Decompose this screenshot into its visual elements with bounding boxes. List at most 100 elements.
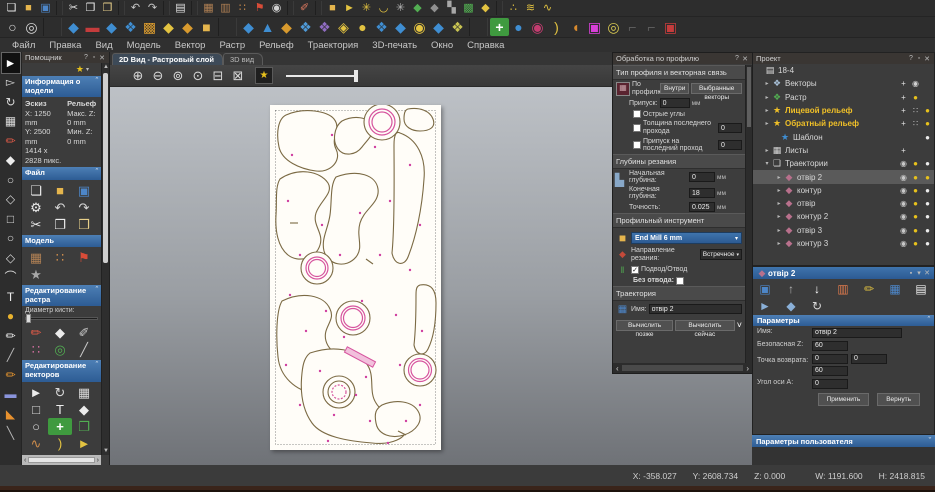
last-pass-allowance-checkbox[interactable] <box>633 141 641 149</box>
close-button[interactable]: ✕ <box>923 55 931 63</box>
favorites-chevron-icon[interactable]: ▾ <box>86 66 89 73</box>
cut-icon[interactable]: ✂ <box>65 1 82 16</box>
toolpath-name-input[interactable] <box>649 304 742 314</box>
blue-diamond-icon[interactable]: ◆ <box>239 18 258 36</box>
tool-dropdown[interactable]: End Mill 6 mm ▾ <box>631 232 742 244</box>
model-section-header[interactable]: Модель <box>22 235 101 248</box>
help-button[interactable]: ? <box>907 55 915 62</box>
menu-item[interactable]: Вектор <box>168 40 213 51</box>
blue-relief-icon[interactable]: ◆ <box>64 18 83 36</box>
palette-icon[interactable]: ∷ <box>48 249 72 266</box>
lamp-diamond-icon[interactable]: ◆ <box>477 1 494 16</box>
collapse-icon[interactable]: ˆ <box>96 287 98 304</box>
tree-item-toolpath[interactable]: ▸ ◆ контур 2 ◉ ● ● <box>753 210 934 223</box>
fabric-icon[interactable]: ❖ <box>372 18 391 36</box>
arrow-icon[interactable]: ► <box>72 435 96 452</box>
cut-icon[interactable]: ✂ <box>24 216 48 233</box>
a-axis-input[interactable] <box>812 379 848 389</box>
collapse-icon[interactable]: ˆ <box>96 362 98 379</box>
wave-icon[interactable]: ∿ <box>24 435 48 452</box>
star-icon[interactable]: ★ <box>24 266 48 283</box>
notes-icon[interactable]: ▤ <box>172 1 189 16</box>
visibility-2d-icon[interactable]: ● <box>911 186 920 195</box>
layers-icon[interactable]: ❐ <box>72 418 96 435</box>
toolpath-name-input[interactable] <box>812 328 902 338</box>
expand-arrow[interactable]: ▸ <box>775 187 783 194</box>
tree-item-toolpaths[interactable]: ▾ ❏ Траектории ◉ ● ● <box>753 157 934 170</box>
allowance-input[interactable] <box>660 98 690 108</box>
add-icon[interactable]: + <box>48 418 72 435</box>
tolerance-input[interactable] <box>689 202 715 212</box>
recycle-icon[interactable]: ◉ <box>410 18 429 36</box>
fill-tool[interactable]: ◣ <box>2 404 20 424</box>
tree-item-sheets[interactable]: ▸ ▦ Листы + <box>753 144 934 157</box>
tab-2d-view[interactable]: 2D Вид - Растровый слой <box>112 53 223 65</box>
last-pass-thickness-checkbox[interactable] <box>633 124 641 132</box>
expand-arrow[interactable]: ▾ <box>763 160 771 167</box>
separator[interactable] <box>287 1 294 15</box>
vector-edit-header[interactable]: Редактирование векторов ˆ <box>22 360 101 381</box>
set-size-icon[interactable]: ▦ <box>24 249 48 266</box>
polygon-tool[interactable]: ◇ <box>2 248 20 268</box>
text-icon[interactable]: T <box>48 401 72 418</box>
calculate-icon[interactable]: ▦ <box>887 281 903 296</box>
home-z-input[interactable] <box>812 366 848 376</box>
pin-button[interactable]: ▪ <box>907 270 915 277</box>
undo-icon[interactable]: ↶ <box>127 1 144 16</box>
home-y-input[interactable] <box>851 354 887 364</box>
save-icon[interactable]: ▣ <box>37 1 54 16</box>
sphere-icon[interactable]: ◎ <box>22 18 41 36</box>
expand-arrow[interactable]: ▸ <box>775 213 783 220</box>
collapse-icon[interactable]: ˆ <box>96 169 98 178</box>
scalpel-tool[interactable]: ╱ <box>2 346 20 366</box>
scroll-track[interactable] <box>28 457 94 463</box>
eraser-tool[interactable]: ▬ <box>2 385 20 405</box>
lines-icon[interactable]: ≋ <box>522 1 539 16</box>
visibility-2d-icon[interactable] <box>911 146 920 155</box>
expand-arrow[interactable]: ▸ <box>775 200 783 207</box>
layers-icon[interactable]: ▩ <box>460 1 477 16</box>
droplet-tool[interactable]: ● <box>2 307 20 327</box>
expand-arrow[interactable]: ▸ <box>763 147 771 154</box>
blue-diamond3-icon[interactable]: ◆ <box>391 18 410 36</box>
arc-tool[interactable]: ⌒ <box>2 268 20 288</box>
pen-eraser-icon[interactable]: ✐ <box>296 1 313 16</box>
zoom-out-icon[interactable]: ⊖ <box>148 67 168 85</box>
drawing-canvas[interactable] <box>270 105 441 450</box>
magenta-square-icon[interactable]: ▣ <box>585 18 604 36</box>
visibility-3d-icon[interactable]: ● <box>923 226 932 235</box>
visibility-3d-icon[interactable]: ● <box>923 106 932 115</box>
menu-item[interactable]: Окно <box>424 40 460 51</box>
revert-button[interactable]: Вернуть <box>877 393 920 406</box>
rectangle-tool[interactable]: □ <box>2 209 20 229</box>
curve-icon[interactable]: ◡ <box>375 1 392 16</box>
menu-item[interactable]: Траектория <box>301 40 366 51</box>
float-button[interactable]: ▫ <box>90 54 98 61</box>
separator[interactable] <box>218 18 237 36</box>
layer-stack-icon[interactable]: ❖ <box>448 18 467 36</box>
visibility-3d-icon[interactable]: ● <box>923 239 932 248</box>
tree-item-toolpath[interactable]: ▸ ◆ отвір ◉ ● ● <box>753 197 934 210</box>
blue-ball-icon[interactable]: ● <box>509 18 528 36</box>
knife-tool[interactable]: ╲ <box>2 424 20 444</box>
expand-arrow[interactable]: ▸ <box>763 107 771 114</box>
file-section-header[interactable]: Файл ˆ <box>22 167 101 180</box>
paste-icon[interactable]: ❒ <box>99 1 116 16</box>
scroll-left-arrow[interactable]: ‹ <box>24 457 26 464</box>
last-pass-allowance-input[interactable] <box>718 140 742 150</box>
gold-lamp-icon[interactable]: ◆ <box>159 18 178 36</box>
red-block-icon[interactable]: ▬ <box>83 18 102 36</box>
measure-icon[interactable]: ○ <box>24 418 48 435</box>
tree-add-icon[interactable]: ◉ <box>899 159 908 168</box>
light-icon[interactable]: ⚑ <box>72 249 96 266</box>
blue-shape-icon[interactable]: ◆ <box>102 18 121 36</box>
raster-edit-header[interactable]: Редактирование растра ˆ <box>22 285 101 306</box>
expand-arrow[interactable]: ▸ <box>775 240 783 247</box>
tree-item-vectors[interactable]: ▸ ❖ Векторы + ◉ <box>753 77 934 90</box>
visibility-3d-icon[interactable]: ● <box>923 133 932 142</box>
zoom-fit-icon[interactable]: ⊟ <box>208 67 228 85</box>
open-model-icon[interactable]: ■ <box>48 182 72 199</box>
expand-arrow[interactable]: ▸ <box>775 227 783 234</box>
close-button[interactable]: ✕ <box>923 269 931 277</box>
expand-icon[interactable]: ˇ <box>929 438 931 445</box>
